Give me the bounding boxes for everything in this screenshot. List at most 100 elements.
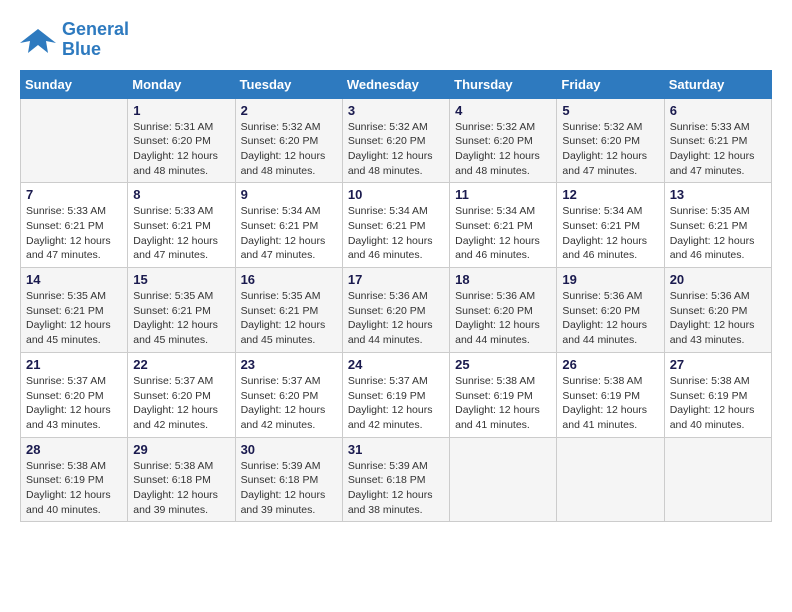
week-row-4: 21 Sunrise: 5:37 AMSunset: 6:20 PMDayligh… <box>21 352 772 437</box>
day-info: Sunrise: 5:32 AMSunset: 6:20 PMDaylight:… <box>562 120 658 179</box>
day-info: Sunrise: 5:33 AMSunset: 6:21 PMDaylight:… <box>26 204 122 263</box>
week-row-3: 14 Sunrise: 5:35 AMSunset: 6:21 PMDayligh… <box>21 268 772 353</box>
day-info: Sunrise: 5:35 AMSunset: 6:21 PMDaylight:… <box>26 289 122 348</box>
day-info: Sunrise: 5:32 AMSunset: 6:20 PMDaylight:… <box>241 120 337 179</box>
calendar-cell: 30 Sunrise: 5:39 AMSunset: 6:18 PMDayligh… <box>235 437 342 522</box>
day-number: 19 <box>562 272 658 287</box>
logo: General Blue <box>20 20 129 60</box>
page-header: General Blue <box>20 20 772 60</box>
day-info: Sunrise: 5:35 AMSunset: 6:21 PMDaylight:… <box>670 204 766 263</box>
day-info: Sunrise: 5:37 AMSunset: 6:20 PMDaylight:… <box>26 374 122 433</box>
calendar-cell <box>21 98 128 183</box>
day-info: Sunrise: 5:39 AMSunset: 6:18 PMDaylight:… <box>348 459 444 518</box>
calendar-cell <box>450 437 557 522</box>
day-info: Sunrise: 5:35 AMSunset: 6:21 PMDaylight:… <box>241 289 337 348</box>
day-info: Sunrise: 5:38 AMSunset: 6:19 PMDaylight:… <box>670 374 766 433</box>
day-info: Sunrise: 5:38 AMSunset: 6:19 PMDaylight:… <box>562 374 658 433</box>
day-number: 15 <box>133 272 229 287</box>
day-number: 29 <box>133 442 229 457</box>
calendar-cell: 20 Sunrise: 5:36 AMSunset: 6:20 PMDayligh… <box>664 268 771 353</box>
calendar-cell: 9Sunrise: 5:34 AMSunset: 6:21 PMDaylight… <box>235 183 342 268</box>
day-number: 23 <box>241 357 337 372</box>
day-number: 2 <box>241 103 337 118</box>
week-row-1: 1Sunrise: 5:31 AMSunset: 6:20 PMDaylight… <box>21 98 772 183</box>
calendar-cell: 25 Sunrise: 5:38 AMSunset: 6:19 PMDayligh… <box>450 352 557 437</box>
day-number: 17 <box>348 272 444 287</box>
day-number: 11 <box>455 187 551 202</box>
calendar-cell: 10 Sunrise: 5:34 AMSunset: 6:21 PMDayligh… <box>342 183 449 268</box>
day-number: 5 <box>562 103 658 118</box>
calendar-cell: 15 Sunrise: 5:35 AMSunset: 6:21 PMDayligh… <box>128 268 235 353</box>
weekday-header-friday: Friday <box>557 70 664 98</box>
day-info: Sunrise: 5:36 AMSunset: 6:20 PMDaylight:… <box>348 289 444 348</box>
calendar-cell <box>557 437 664 522</box>
day-number: 3 <box>348 103 444 118</box>
calendar-cell: 13Sunrise: 5:35 AMSunset: 6:21 PMDayligh… <box>664 183 771 268</box>
calendar-cell: 3 Sunrise: 5:32 AMSunset: 6:20 PMDaylight… <box>342 98 449 183</box>
day-info: Sunrise: 5:36 AMSunset: 6:20 PMDaylight:… <box>455 289 551 348</box>
day-number: 10 <box>348 187 444 202</box>
calendar-cell: 5 Sunrise: 5:32 AMSunset: 6:20 PMDaylight… <box>557 98 664 183</box>
weekday-header-saturday: Saturday <box>664 70 771 98</box>
weekday-header-sunday: Sunday <box>21 70 128 98</box>
day-info: Sunrise: 5:38 AMSunset: 6:19 PMDaylight:… <box>26 459 122 518</box>
day-number: 20 <box>670 272 766 287</box>
day-number: 28 <box>26 442 122 457</box>
day-number: 16 <box>241 272 337 287</box>
day-number: 26 <box>562 357 658 372</box>
calendar-cell: 21 Sunrise: 5:37 AMSunset: 6:20 PMDayligh… <box>21 352 128 437</box>
calendar-body: 1Sunrise: 5:31 AMSunset: 6:20 PMDaylight… <box>21 98 772 522</box>
day-info: Sunrise: 5:37 AMSunset: 6:20 PMDaylight:… <box>241 374 337 433</box>
calendar-cell: 12 Sunrise: 5:34 AMSunset: 6:21 PMDayligh… <box>557 183 664 268</box>
day-number: 21 <box>26 357 122 372</box>
calendar-cell: 4 Sunrise: 5:32 AMSunset: 6:20 PMDaylight… <box>450 98 557 183</box>
day-number: 18 <box>455 272 551 287</box>
calendar-cell: 19 Sunrise: 5:36 AMSunset: 6:20 PMDayligh… <box>557 268 664 353</box>
calendar-cell: 29 Sunrise: 5:38 AMSunset: 6:18 PMDayligh… <box>128 437 235 522</box>
day-info: Sunrise: 5:32 AMSunset: 6:20 PMDaylight:… <box>455 120 551 179</box>
calendar-cell: 6Sunrise: 5:33 AMSunset: 6:21 PMDaylight… <box>664 98 771 183</box>
day-number: 7 <box>26 187 122 202</box>
calendar-table: SundayMondayTuesdayWednesdayThursdayFrid… <box>20 70 772 523</box>
calendar-cell <box>664 437 771 522</box>
day-number: 4 <box>455 103 551 118</box>
day-info: Sunrise: 5:38 AMSunset: 6:18 PMDaylight:… <box>133 459 229 518</box>
week-row-5: 28 Sunrise: 5:38 AMSunset: 6:19 PMDayligh… <box>21 437 772 522</box>
day-number: 27 <box>670 357 766 372</box>
calendar-cell: 26 Sunrise: 5:38 AMSunset: 6:19 PMDayligh… <box>557 352 664 437</box>
weekday-header-monday: Monday <box>128 70 235 98</box>
day-number: 24 <box>348 357 444 372</box>
day-info: Sunrise: 5:34 AMSunset: 6:21 PMDaylight:… <box>562 204 658 263</box>
day-info: Sunrise: 5:38 AMSunset: 6:19 PMDaylight:… <box>455 374 551 433</box>
day-info: Sunrise: 5:31 AMSunset: 6:20 PMDaylight:… <box>133 120 229 179</box>
day-info: Sunrise: 5:36 AMSunset: 6:20 PMDaylight:… <box>562 289 658 348</box>
weekday-header-row: SundayMondayTuesdayWednesdayThursdayFrid… <box>21 70 772 98</box>
calendar-cell: 8Sunrise: 5:33 AMSunset: 6:21 PMDaylight… <box>128 183 235 268</box>
day-info: Sunrise: 5:34 AMSunset: 6:21 PMDaylight:… <box>348 204 444 263</box>
calendar-cell: 28 Sunrise: 5:38 AMSunset: 6:19 PMDayligh… <box>21 437 128 522</box>
day-info: Sunrise: 5:37 AMSunset: 6:20 PMDaylight:… <box>133 374 229 433</box>
day-info: Sunrise: 5:33 AMSunset: 6:21 PMDaylight:… <box>133 204 229 263</box>
calendar-cell: 17 Sunrise: 5:36 AMSunset: 6:20 PMDayligh… <box>342 268 449 353</box>
calendar-cell: 16 Sunrise: 5:35 AMSunset: 6:21 PMDayligh… <box>235 268 342 353</box>
day-info: Sunrise: 5:34 AMSunset: 6:21 PMDaylight:… <box>455 204 551 263</box>
day-info: Sunrise: 5:32 AMSunset: 6:20 PMDaylight:… <box>348 120 444 179</box>
day-number: 12 <box>562 187 658 202</box>
calendar-cell: 31Sunrise: 5:39 AMSunset: 6:18 PMDayligh… <box>342 437 449 522</box>
day-number: 9 <box>241 187 337 202</box>
calendar-cell: 14 Sunrise: 5:35 AMSunset: 6:21 PMDayligh… <box>21 268 128 353</box>
logo-text: General Blue <box>62 20 129 60</box>
calendar-cell: 27 Sunrise: 5:38 AMSunset: 6:19 PMDayligh… <box>664 352 771 437</box>
calendar-cell: 23 Sunrise: 5:37 AMSunset: 6:20 PMDayligh… <box>235 352 342 437</box>
day-number: 30 <box>241 442 337 457</box>
week-row-2: 7 Sunrise: 5:33 AMSunset: 6:21 PMDaylight… <box>21 183 772 268</box>
day-number: 25 <box>455 357 551 372</box>
day-info: Sunrise: 5:39 AMSunset: 6:18 PMDaylight:… <box>241 459 337 518</box>
day-number: 14 <box>26 272 122 287</box>
day-info: Sunrise: 5:35 AMSunset: 6:21 PMDaylight:… <box>133 289 229 348</box>
calendar-cell: 24Sunrise: 5:37 AMSunset: 6:19 PMDayligh… <box>342 352 449 437</box>
calendar-cell: 1Sunrise: 5:31 AMSunset: 6:20 PMDaylight… <box>128 98 235 183</box>
weekday-header-wednesday: Wednesday <box>342 70 449 98</box>
calendar-cell: 11 Sunrise: 5:34 AMSunset: 6:21 PMDayligh… <box>450 183 557 268</box>
day-info: Sunrise: 5:36 AMSunset: 6:20 PMDaylight:… <box>670 289 766 348</box>
